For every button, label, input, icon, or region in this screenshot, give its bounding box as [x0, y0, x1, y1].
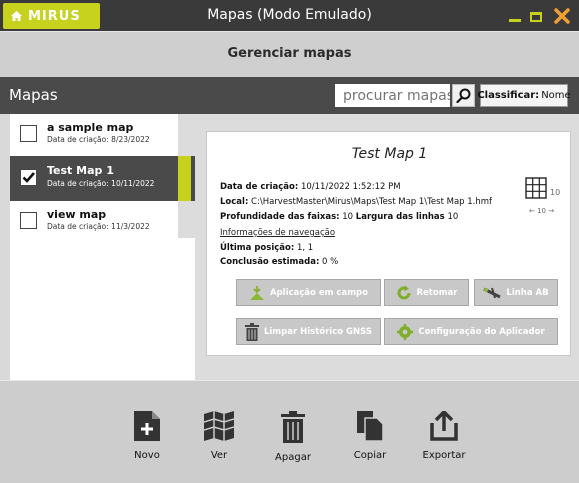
- view-button[interactable]: Ver: [189, 411, 249, 461]
- map-name: view map: [47, 208, 107, 221]
- applicator-configuration-label: Configuração do Aplicador: [418, 326, 545, 337]
- width-label: Largura das linhas: [355, 212, 445, 222]
- applicator-configuration-button[interactable]: Configuração do Aplicador: [384, 318, 558, 345]
- grid-icon: [525, 177, 547, 199]
- checkmark-icon: [22, 172, 35, 183]
- sort-value: Nome: [541, 90, 571, 101]
- map-date: Data de criação: 10/11/2022: [47, 179, 154, 188]
- export-label: Exportar: [422, 450, 466, 461]
- local-value: C:\HarvestMaster\Mirus\Maps\Test Map 1\T…: [251, 197, 493, 207]
- map-detail-title: Test Map 1: [351, 146, 428, 162]
- completion-value: 0 %: [322, 257, 339, 267]
- map-date-value: 10/11/2022: [111, 179, 155, 188]
- ab-line-button[interactable]: Linha AB: [474, 279, 558, 306]
- map-icon: [204, 411, 234, 441]
- map-date: Data de criação: 8/23/2022: [47, 135, 150, 144]
- local-label: Local:: [220, 197, 249, 207]
- search-icon: [456, 88, 471, 103]
- created-line: Data de criação: 10/11/2022 1:52:12 PM: [220, 182, 401, 192]
- map-list-item-a-sample-map[interactable]: a sample map Data de criação: 8/23/2022: [10, 114, 178, 156]
- selection-indicator: [178, 156, 191, 201]
- last-position-line: Última posição: 1, 1: [220, 243, 313, 253]
- window-title: Mapas (Modo Emulado): [207, 7, 372, 23]
- resume-label: Retomar: [416, 287, 458, 298]
- map-checkbox[interactable]: [20, 212, 37, 229]
- sprayer-icon: [250, 285, 264, 300]
- ab-line-icon: [483, 287, 502, 298]
- search-button[interactable]: [452, 84, 475, 107]
- delete-button[interactable]: Apagar: [263, 411, 323, 463]
- bottom-action-bar: Novo Ver Apagar Copiar Exportar: [0, 380, 579, 483]
- map-date-label: Data de criação:: [47, 179, 109, 188]
- delete-label: Apagar: [275, 452, 311, 463]
- last-position-value: 1, 1: [296, 243, 314, 253]
- trash-icon: [281, 411, 305, 443]
- export-icon: [430, 411, 458, 441]
- resume-button[interactable]: Retomar: [384, 279, 469, 306]
- clear-gnss-history-label: Limpar Histórico GNSS: [263, 326, 373, 337]
- page-title: Gerenciar mapas: [0, 31, 579, 77]
- clear-gnss-history-button[interactable]: Limpar Histórico GNSS: [236, 318, 381, 345]
- sort-label: Classificar:: [477, 90, 540, 101]
- trash-icon: [244, 322, 259, 341]
- grid-height-label: 10: [550, 188, 561, 197]
- depth-value: 10: [342, 212, 354, 222]
- map-list-item-view-map[interactable]: view map Data de criação: 11/3/2022: [10, 201, 178, 243]
- new-label: Novo: [134, 450, 160, 461]
- field-application-button[interactable]: Aplicação em campo: [236, 279, 381, 306]
- created-label: Data de criação:: [220, 182, 299, 192]
- width-value: 10: [447, 212, 459, 222]
- depth-label: Profundidade das faixas:: [220, 212, 340, 222]
- minimize-icon[interactable]: [509, 19, 521, 22]
- new-button[interactable]: Novo: [117, 411, 177, 461]
- last-position-label: Última posição:: [220, 243, 295, 253]
- dimensions-line: Profundidade das faixas: 10 Largura das …: [220, 212, 458, 222]
- completion-label: Conclusão estimada:: [220, 257, 320, 267]
- title-bar: MIRUS Mapas (Modo Emulado): [0, 0, 579, 31]
- map-date-value: 8/23/2022: [111, 135, 150, 144]
- field-application-label: Aplicação em campo: [270, 287, 368, 298]
- map-list: a sample map Data de criação: 8/23/2022 …: [10, 114, 195, 380]
- copy-label: Copiar: [353, 450, 387, 461]
- created-value: 10/11/2022 1:52:12 PM: [300, 182, 401, 192]
- applicator-gear-icon: [397, 323, 414, 340]
- view-label: Ver: [210, 450, 228, 461]
- maps-toolbar: Mapas Classificar: Nome: [0, 77, 579, 114]
- navigation-info-link[interactable]: Informações de navegação: [220, 228, 335, 238]
- map-name: a sample map: [47, 121, 134, 134]
- ab-line-label: Linha AB: [506, 287, 549, 298]
- map-checkbox[interactable]: [20, 125, 37, 142]
- map-date: Data de criação: 11/3/2022: [47, 222, 150, 231]
- maps-section-title: Mapas: [9, 86, 58, 104]
- export-button[interactable]: Exportar: [414, 411, 474, 461]
- map-checkbox[interactable]: [20, 169, 37, 186]
- map-date-label: Data de criação:: [47, 222, 109, 231]
- map-detail-card: Test Map 1 Data de criação: 10/11/2022 1…: [206, 131, 571, 356]
- maximize-icon[interactable]: [530, 12, 542, 22]
- new-file-icon: [134, 411, 160, 441]
- copy-button[interactable]: Copiar: [340, 411, 400, 461]
- close-icon[interactable]: [553, 7, 571, 25]
- grid-width-label: ← 10 →: [529, 207, 555, 215]
- resume-icon: [397, 285, 410, 299]
- map-list-item-test-map-1[interactable]: Test Map 1 Data de criação: 10/11/2022: [10, 156, 195, 201]
- local-line: Local: C:\HarvestMaster\Mirus\Maps\Test …: [220, 197, 492, 207]
- search-input[interactable]: [335, 84, 450, 107]
- map-name: Test Map 1: [47, 164, 114, 177]
- map-date-value: 11/3/2022: [111, 222, 150, 231]
- map-date-label: Data de criação:: [47, 135, 109, 144]
- completion-line: Conclusão estimada: 0 %: [220, 257, 338, 267]
- copy-icon: [357, 411, 383, 441]
- sort-button[interactable]: Classificar: Nome: [477, 84, 571, 107]
- map-detail-panel: Test Map 1 Data de criação: 10/11/2022 1…: [195, 114, 579, 380]
